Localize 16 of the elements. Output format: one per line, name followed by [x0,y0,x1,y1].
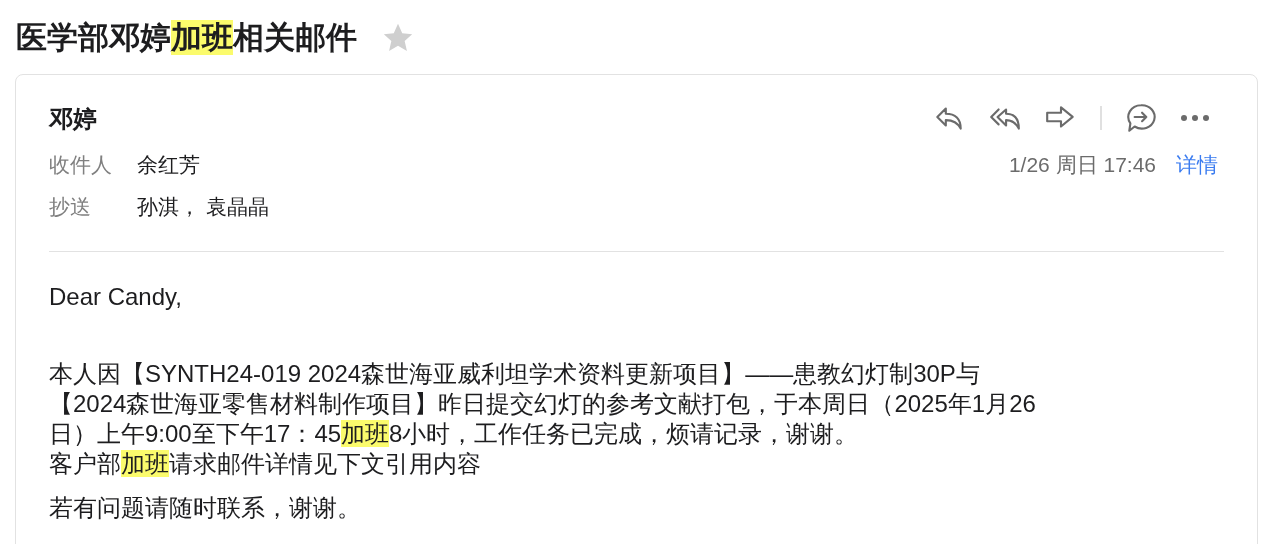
sender-name: 邓婷 [49,104,97,134]
details-link[interactable]: 详情 [1176,151,1218,221]
body-line: 日）上午9:00至下午17：45加班8小时，工作任务已完成，烦请记录，谢谢。 [49,419,860,449]
body-line: 客户部加班请求邮件详情见下文引用内容 [49,449,482,479]
more-icon[interactable] [1180,114,1210,122]
body-line: 本人因【SYNTH24-019 2024森世海亚威利坦学术资料更新项目】——患教幻灯制30P与 [49,359,981,389]
recipient-names: 孙淇， 袁晶晶 [137,194,269,220]
chat-arrow-icon[interactable] [1124,101,1158,135]
recipient-names: 余红芳 [137,152,200,178]
body-line: 若有问题请随时联系，谢谢。 [49,493,362,523]
message-date: 1/26 周日 17:46 [1008,152,1156,178]
recipient-label: 收件人 [49,152,113,178]
recipient-label: 抄送 [49,194,92,220]
body-line: 【2024森世海亚零售材料制作项目】昨日提交幻灯的参考文献打包，于本周日（2025年1月26 [49,389,1037,419]
greeting-text: Dear Candy, [49,282,183,312]
email-subject: 医学部邓婷加班相关邮件 [16,18,357,57]
